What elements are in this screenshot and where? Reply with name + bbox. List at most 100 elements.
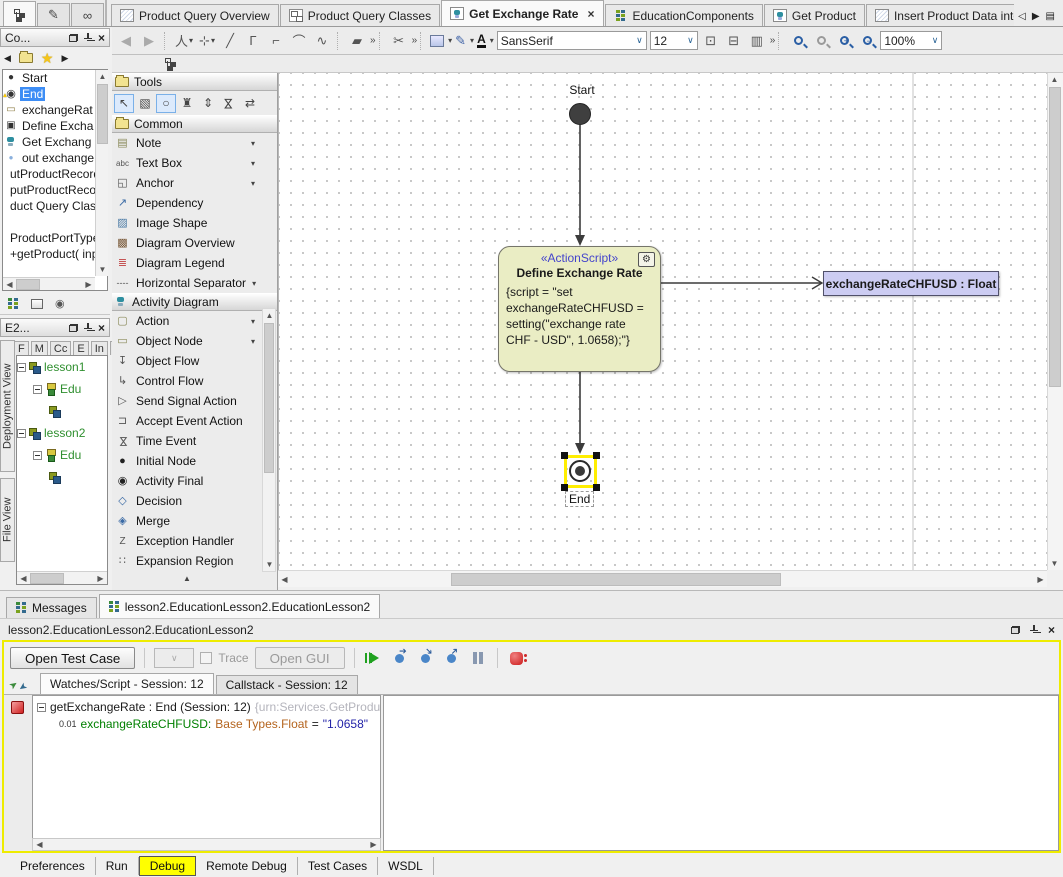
favorites-star-icon[interactable]: ★ xyxy=(41,52,54,64)
deployment-scrollbar-horizontal[interactable]: ◀ ▶ xyxy=(17,571,107,584)
terminate-icon[interactable] xyxy=(507,648,527,668)
palette-item[interactable]: Control Flow ▾ xyxy=(112,371,277,391)
center-vertical-icon[interactable]: ⋈ xyxy=(220,93,239,113)
containment-tree-item[interactable]: Start xyxy=(3,70,107,86)
palette-section-tools[interactable]: Tools xyxy=(112,73,277,91)
close-icon[interactable]: × xyxy=(1048,625,1055,635)
back-icon[interactable]: ◀ xyxy=(116,31,136,51)
end-node-label[interactable]: End xyxy=(565,491,594,507)
containment-tree-icon[interactable] xyxy=(160,54,180,74)
zoom-region-icon[interactable] xyxy=(788,31,808,51)
palette-item[interactable]: Accept Event Action ▾ xyxy=(112,411,277,431)
canvas-scrollbar-horizontal[interactable]: ◀ ▶ xyxy=(278,570,1047,587)
mode-tab[interactable]: Run xyxy=(96,857,139,875)
containment-scrollbar-horizontal[interactable]: ◀ ▶ xyxy=(3,277,95,290)
palette-item[interactable]: Decision ▾ xyxy=(112,491,277,511)
initial-node[interactable] xyxy=(569,103,591,125)
open-test-case-button[interactable]: Open Test Case xyxy=(10,647,135,669)
sidetab-file-view[interactable]: File View xyxy=(0,478,15,562)
close-icon[interactable]: × xyxy=(98,33,105,43)
containment-tree-item[interactable]: Get Exchang xyxy=(3,134,107,150)
align-icon[interactable]: ⊹▾ xyxy=(197,31,217,51)
e2e-view-tab[interactable]: E xyxy=(73,341,88,355)
send-backward-icon[interactable]: ⊟ xyxy=(724,31,744,51)
containment-scrollbar-vertical[interactable]: ▲ ▼ xyxy=(95,70,108,276)
chevron-down-icon[interactable]: ▾ xyxy=(251,337,255,346)
selection-handle[interactable] xyxy=(593,484,600,491)
next-icon[interactable]: ▶ xyxy=(61,53,68,64)
scroll-tabs-left-icon[interactable]: ◁ xyxy=(1018,11,1026,22)
activity-final-node[interactable] xyxy=(569,460,591,482)
watch-root-row[interactable]: getExchangeRate : End (Session: 12) {urn… xyxy=(33,696,380,714)
scroll-tabs-right-icon[interactable]: ▶ xyxy=(1032,11,1040,22)
line-oblique-icon[interactable]: ⌐ xyxy=(266,31,286,51)
pin-icon[interactable] xyxy=(1030,625,1038,634)
trace-checkbox[interactable] xyxy=(200,652,212,664)
watch-entry-row[interactable]: 0.01 exchangeRateCHFUSD: Base Types.Floa… xyxy=(33,714,380,731)
palette-item[interactable]: Merge ▾ xyxy=(112,511,277,531)
font-size-combo[interactable]: 12∨ xyxy=(650,31,698,50)
zoom-in-icon[interactable]: + xyxy=(834,31,854,51)
lasso-icon[interactable]: ▧ xyxy=(135,94,155,113)
selection-handle[interactable] xyxy=(561,484,568,491)
palette-item[interactable]: Time Event ▾ xyxy=(112,431,277,451)
eye-icon[interactable]: ◉ xyxy=(55,297,65,310)
layout-tree-icon[interactable]: ⼈▾ xyxy=(174,31,194,51)
line-rectilinear-icon[interactable]: Γ xyxy=(243,31,263,51)
containment-tree-item[interactable] xyxy=(3,214,107,230)
search-binoculars-icon[interactable]: ∞ xyxy=(71,3,104,26)
oval-icon[interactable]: ○ xyxy=(156,94,176,113)
zoom-out-icon[interactable]: − xyxy=(857,31,877,51)
mode-tab[interactable]: Preferences xyxy=(10,857,96,875)
shape-tools-icon[interactable]: ▰ xyxy=(347,31,367,51)
close-icon[interactable]: × xyxy=(98,323,105,333)
e2e-view-tab[interactable]: M xyxy=(31,341,48,355)
mode-tab[interactable]: Debug xyxy=(139,856,196,876)
document-tab[interactable]: EducationComponents xyxy=(605,4,763,26)
more-icon[interactable]: » xyxy=(770,35,774,46)
palette-item[interactable]: Activity Final ▾ xyxy=(112,471,277,491)
watches-detail-pane[interactable] xyxy=(383,695,1059,851)
containment-tree-item[interactable]: exchangeRat xyxy=(3,102,107,118)
session-combo[interactable]: ∨ xyxy=(154,648,194,668)
step-over-icon[interactable] xyxy=(416,648,436,668)
session-tab[interactable]: Watches/Script - Session: 12 xyxy=(40,673,214,694)
font-family-combo[interactable]: SansSerif∨ xyxy=(497,31,647,50)
palette-item[interactable]: Anchor ▾ xyxy=(112,173,277,193)
expander-icon[interactable] xyxy=(17,363,26,372)
diagrams-pencil-icon[interactable]: ✎ xyxy=(37,3,70,26)
gear-icon[interactable]: ⚙ xyxy=(638,252,655,267)
line-curve-icon[interactable]: ⌒ xyxy=(289,31,309,51)
float-window-icon[interactable] xyxy=(1011,626,1020,634)
palette-item[interactable]: Horizontal Separator ▾ xyxy=(112,273,277,293)
chevron-down-icon[interactable]: ▾ xyxy=(251,317,255,326)
containment-tree-item[interactable]: ProductPortType xyxy=(3,230,107,246)
expander-icon[interactable] xyxy=(17,429,26,438)
distribute-vertical-icon[interactable]: ⇕ xyxy=(198,94,218,113)
step-into-icon[interactable] xyxy=(390,648,410,668)
float-window-icon[interactable] xyxy=(69,324,78,332)
selection-handle[interactable] xyxy=(561,452,568,459)
more-icon[interactable]: » xyxy=(412,35,416,46)
cut-icon[interactable]: ✂ xyxy=(389,31,409,51)
palette-item[interactable]: Dependency ▾ xyxy=(112,193,277,213)
run-icon[interactable] xyxy=(364,648,384,668)
swap-icon[interactable]: ⇄ xyxy=(240,94,260,113)
deployment-tree-item[interactable]: lesson1 xyxy=(17,356,107,378)
forward-icon[interactable]: ▶ xyxy=(139,31,159,51)
session-tab[interactable]: Callstack - Session: 12 xyxy=(216,675,358,694)
mode-tab[interactable]: Remote Debug xyxy=(196,857,298,875)
canvas-scrollbar-vertical[interactable]: ▲ ▼ xyxy=(1047,73,1063,570)
palette-item[interactable]: Object Flow ▾ xyxy=(112,351,277,371)
more-icon[interactable]: » xyxy=(370,35,374,46)
tab-list-icon[interactable]: ▤ xyxy=(1046,11,1055,22)
palette-item[interactable]: Diagram Legend ▾ xyxy=(112,253,277,273)
mode-tab[interactable]: Test Cases xyxy=(298,857,378,875)
deployment-tree-item[interactable] xyxy=(17,400,107,422)
e2e-view-tab[interactable]: F xyxy=(14,341,29,355)
zoom-fit-icon[interactable] xyxy=(811,31,831,51)
containment-tree-item[interactable]: +getProduct( inp xyxy=(3,246,107,262)
selection-handle[interactable] xyxy=(593,452,600,459)
line-spline-icon[interactable]: ∿ xyxy=(312,31,332,51)
fill-color-icon[interactable] xyxy=(430,35,444,47)
